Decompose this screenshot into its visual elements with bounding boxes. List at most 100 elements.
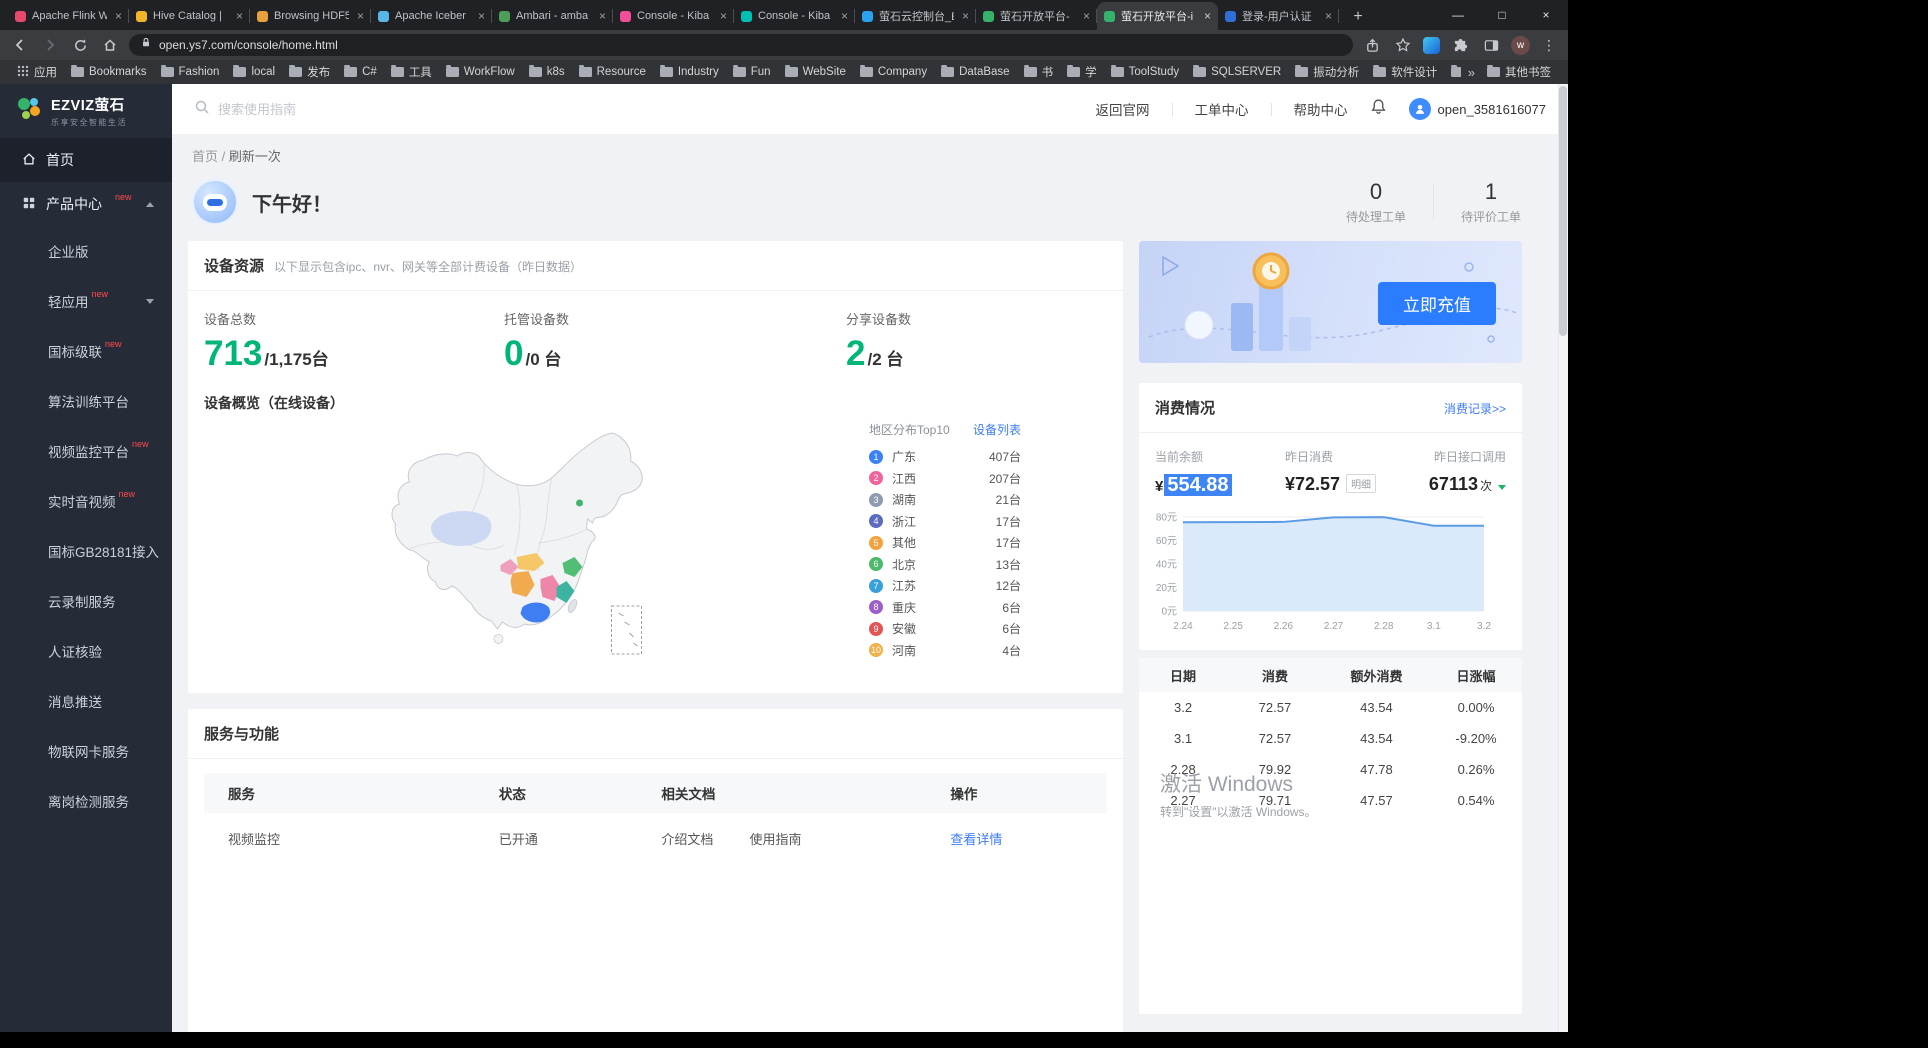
tab-close-icon[interactable]: × (1204, 9, 1211, 23)
sidebar-subitem[interactable]: 实时音视频new (0, 476, 172, 526)
forward-icon[interactable] (39, 34, 61, 56)
bookmark-folder[interactable]: 学 (1060, 62, 1104, 82)
link-help-center[interactable]: 帮助中心 (1294, 99, 1348, 119)
bell-icon[interactable] (1370, 98, 1387, 120)
tab-close-icon[interactable]: × (115, 9, 122, 23)
service-doc-link[interactable]: 使用指南 (749, 832, 801, 847)
search-box[interactable] (194, 99, 494, 120)
bookmark-folder[interactable]: SQLSERVER (1186, 62, 1288, 82)
page-scrollbar[interactable] (1558, 84, 1568, 1032)
bookmark-folder[interactable]: 软件设计 (1366, 62, 1444, 82)
sidebar-subitem[interactable]: 物联网卡服务 (0, 726, 172, 776)
bookmark-folder[interactable]: C# (337, 62, 384, 82)
browser-menu-icon[interactable]: ⋮ (1539, 37, 1559, 54)
bookmark-folder[interactable]: WorkFlow (439, 62, 522, 82)
extensions-puzzle-icon[interactable] (1449, 34, 1471, 56)
tab-close-icon[interactable]: × (236, 9, 243, 23)
browser-tab[interactable]: Hive Catalog |× (129, 2, 250, 30)
pending-tickets[interactable]: 0 待处理工单 (1333, 179, 1419, 225)
bookmark-star-icon[interactable] (1392, 34, 1414, 56)
sidebar-subitem[interactable]: 离岗检测服务 (0, 776, 172, 826)
chevron-down-icon[interactable] (1498, 485, 1506, 490)
bookmark-folder[interactable]: local (226, 62, 282, 82)
sidebar-subitem[interactable]: 消息推送 (0, 676, 172, 726)
to-review-tickets[interactable]: 1 待评价工单 (1448, 179, 1534, 225)
sidebar-subitem[interactable]: 视频监控平台new (0, 426, 172, 476)
bookmark-folder[interactable]: 书 (1017, 62, 1061, 82)
bookmark-folder[interactable]: 振动分析 (1288, 62, 1366, 82)
bookmark-folder[interactable]: Industry (653, 62, 726, 82)
sidebar-subitem[interactable]: 国标GB28181接入 (0, 526, 172, 576)
bookmark-folder[interactable]: DataBase (934, 62, 1017, 82)
maximize-button[interactable]: □ (1480, 0, 1524, 30)
tab-close-icon[interactable]: × (1083, 9, 1090, 23)
bookmark-folder[interactable]: Fun (726, 62, 778, 82)
recharge-button[interactable]: 立即充值 (1378, 282, 1496, 325)
close-button[interactable]: × (1524, 0, 1568, 30)
sidebar-item-product-center[interactable]: 产品中心 new (0, 182, 172, 226)
bookmark-folder[interactable]: 发布 (282, 62, 337, 82)
sidebar-subitem[interactable]: 企业版 (0, 226, 172, 276)
tab-close-icon[interactable]: × (1325, 9, 1332, 23)
sidebar-item-home[interactable]: 首页 (0, 138, 172, 182)
consumption-records-link[interactable]: 消费记录>> (1444, 400, 1506, 417)
tab-close-icon[interactable]: × (841, 9, 848, 23)
folder-icon (1451, 67, 1461, 77)
address-bar[interactable]: open.ys7.com/console/home.html (129, 34, 1353, 56)
apps-shortcut[interactable]: 应用 (10, 62, 64, 82)
chrome-profile-avatar[interactable]: w (1511, 36, 1530, 55)
browser-tab[interactable]: Apache Iceber× (371, 2, 492, 30)
ezviz-logo[interactable]: EZVIZ萤石 乐享安全智能生活 (0, 84, 172, 138)
browser-tab[interactable]: Console - Kiba× (734, 2, 855, 30)
device-list-link[interactable]: 设备列表 (973, 421, 1021, 438)
browser-tab[interactable]: 萤石云控制台_E× (855, 2, 976, 30)
bing-extension-icon[interactable] (1423, 37, 1440, 54)
browser-tab[interactable]: Apache Flink W× (8, 2, 129, 30)
sidebar-subitem[interactable]: 国标级联new (0, 326, 172, 376)
account-chip[interactable]: open_3581616077 (1409, 98, 1546, 120)
browser-tab[interactable]: Ambari - amba× (492, 2, 613, 30)
breadcrumb-home[interactable]: 首页 (192, 149, 218, 164)
scrollbar-thumb[interactable] (1559, 86, 1567, 336)
bookmark-folder[interactable]: ToolStudy (1104, 62, 1187, 82)
browser-tab[interactable]: Browsing HDF5× (250, 2, 371, 30)
new-tab-button[interactable]: + (1345, 4, 1371, 30)
reload-icon[interactable] (69, 34, 91, 56)
bookmarks-overflow-chevron[interactable]: » (1463, 65, 1480, 80)
minimize-button[interactable]: — (1436, 0, 1480, 30)
services-table: 服务 状态 相关文档 操作 视频监控已开通介绍文档使用指南查看详情 (204, 773, 1107, 863)
search-input[interactable] (218, 102, 448, 117)
browser-tab[interactable]: 萤石开放平台-× (976, 2, 1097, 30)
bookmark-folder[interactable]: Resource (572, 62, 653, 82)
tab-close-icon[interactable]: × (962, 9, 969, 23)
bookmark-folder[interactable]: WebSite (778, 62, 853, 82)
bookmark-folder[interactable]: k8s (522, 62, 572, 82)
tab-close-icon[interactable]: × (720, 9, 727, 23)
service-doc-link[interactable]: 介绍文档 (661, 832, 713, 847)
bookmark-folder[interactable]: 工具 (384, 62, 439, 82)
sidebar-subitem[interactable]: 算法训练平台 (0, 376, 172, 426)
share-icon[interactable] (1361, 34, 1383, 56)
bookmark-folder[interactable]: Bookmarks (64, 62, 154, 82)
other-bookmarks[interactable]: 其他书签 (1480, 62, 1558, 82)
service-action-link[interactable]: 查看详情 (950, 832, 1002, 847)
browser-tab[interactable]: 萤石开放平台-i× (1097, 2, 1218, 30)
home-icon[interactable] (99, 34, 121, 56)
sidebar-subitem[interactable]: 云录制服务 (0, 576, 172, 626)
browser-tab[interactable]: Console - Kiba× (613, 2, 734, 30)
bookmark-folder[interactable]: Fashion (154, 62, 227, 82)
link-official-site[interactable]: 返回官网 (1096, 99, 1150, 119)
detail-chip-button[interactable]: 明细 (1346, 474, 1376, 493)
browser-tab[interactable]: 登录-用户认证× (1218, 2, 1339, 30)
sidebar-subitem[interactable]: 人证核验 (0, 626, 172, 676)
folder-icon (941, 67, 954, 77)
tab-close-icon[interactable]: × (599, 9, 606, 23)
back-icon[interactable] (9, 34, 31, 56)
side-panel-icon[interactable] (1480, 34, 1502, 56)
tab-close-icon[interactable]: × (357, 9, 364, 23)
tab-close-icon[interactable]: × (478, 9, 485, 23)
sidebar-subitem[interactable]: 轻应用new (0, 276, 172, 326)
link-ticket-center[interactable]: 工单中心 (1195, 99, 1249, 119)
bookmark-folder[interactable]: Company (853, 62, 934, 82)
bookmark-folder[interactable]: 行业 (1444, 62, 1461, 82)
